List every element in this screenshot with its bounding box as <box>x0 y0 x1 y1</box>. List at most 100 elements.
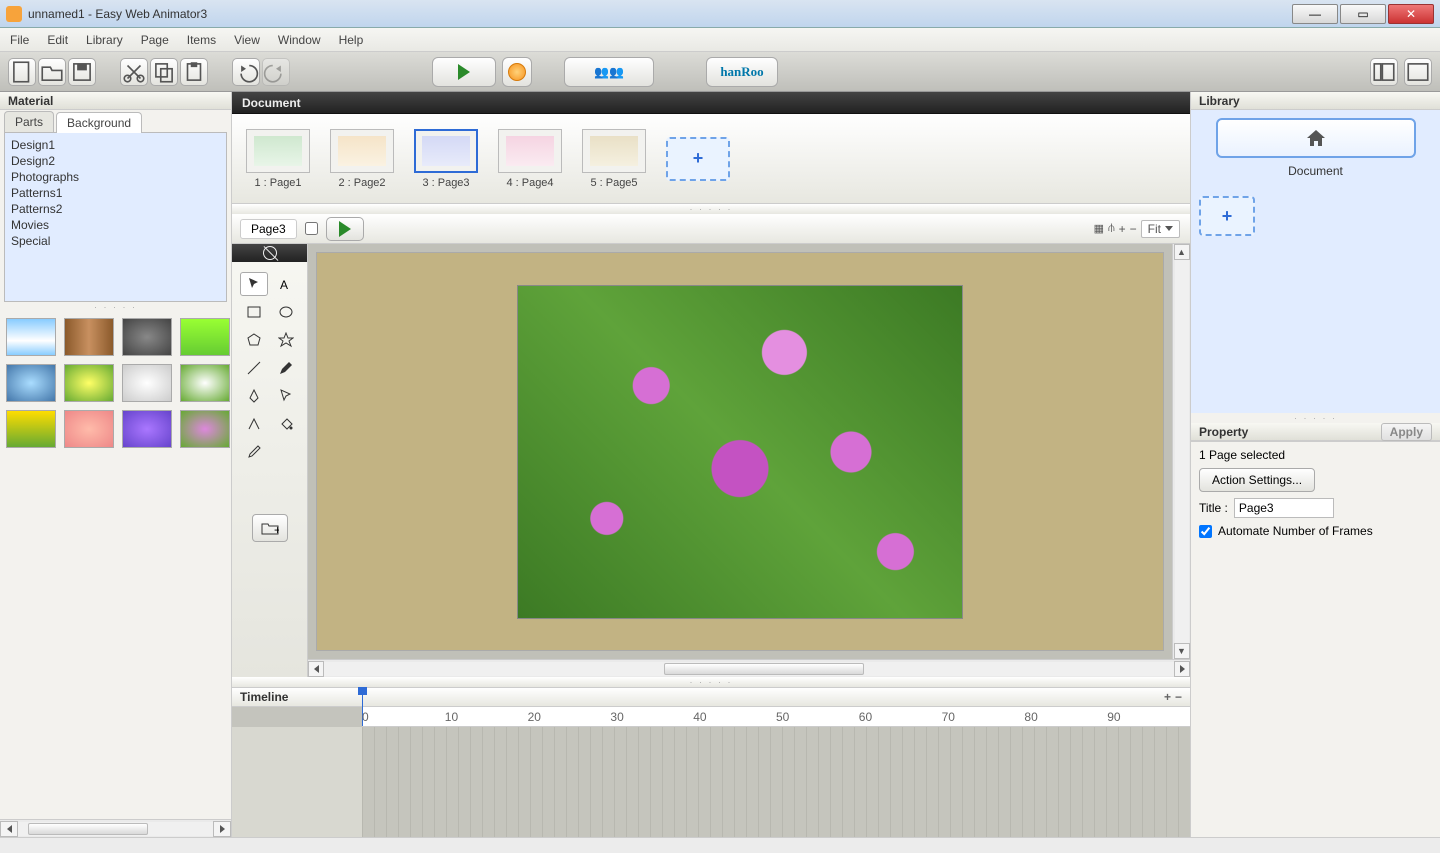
scroll-right-icon[interactable] <box>213 821 231 837</box>
minimize-button[interactable]: — <box>1292 4 1338 24</box>
snap-icon[interactable]: ⫛ <box>1108 222 1115 235</box>
thumbnail[interactable] <box>64 364 114 402</box>
thumbnail[interactable] <box>64 410 114 448</box>
scroll-right-icon[interactable] <box>1174 661 1190 677</box>
canvas-hscrollbar[interactable] <box>308 659 1190 677</box>
thumbnail[interactable] <box>6 410 56 448</box>
thumbnail[interactable] <box>64 318 114 356</box>
maximize-button[interactable]: ▭ <box>1340 4 1386 24</box>
copy-button[interactable] <box>150 58 178 86</box>
category-item[interactable]: Patterns2 <box>11 201 220 217</box>
category-item[interactable]: Movies <box>11 217 220 233</box>
menu-window[interactable]: Window <box>278 33 321 47</box>
add-page-button[interactable]: + <box>666 137 730 181</box>
action-settings-button[interactable]: Action Settings... <box>1199 468 1315 492</box>
menu-view[interactable]: View <box>234 33 260 47</box>
open-button[interactable] <box>38 58 66 86</box>
menu-library[interactable]: Library <box>86 33 123 47</box>
zoom-select[interactable]: Fit <box>1141 220 1180 238</box>
grid-icon[interactable]: ▦ <box>1094 222 1104 235</box>
current-page-name[interactable]: Page3 <box>240 219 297 239</box>
layout-columns-button[interactable] <box>1370 58 1398 86</box>
thumbnail[interactable] <box>6 364 56 402</box>
tab-background[interactable]: Background <box>56 112 142 133</box>
thumbnail[interactable] <box>122 410 172 448</box>
paste-button[interactable] <box>180 58 208 86</box>
page-thumb-1[interactable] <box>246 129 310 173</box>
scroll-left-icon[interactable] <box>308 661 324 677</box>
menu-file[interactable]: File <box>10 33 29 47</box>
page-thumb-4[interactable] <box>498 129 562 173</box>
auto-frames-input[interactable] <box>1199 525 1212 538</box>
save-button[interactable] <box>68 58 96 86</box>
redo-button[interactable] <box>262 58 290 86</box>
undo-button[interactable] <box>232 58 260 86</box>
thumbnail[interactable] <box>180 410 230 448</box>
timeline-add-icon[interactable]: + <box>1164 690 1171 704</box>
eyedropper-tool[interactable] <box>240 440 268 464</box>
category-item[interactable]: Patterns1 <box>11 185 220 201</box>
scroll-down-icon[interactable]: ▼ <box>1174 643 1190 659</box>
tab-parts[interactable]: Parts <box>4 111 54 132</box>
direct-select-tool[interactable] <box>272 384 300 408</box>
thumbnail[interactable] <box>122 364 172 402</box>
library-document-button[interactable] <box>1216 118 1416 158</box>
export-button[interactable] <box>502 57 532 87</box>
timeline-remove-icon[interactable]: − <box>1175 690 1182 704</box>
canvas-image[interactable] <box>517 285 963 619</box>
scroll-up-icon[interactable]: ▲ <box>1174 244 1190 260</box>
thumbnail[interactable] <box>122 318 172 356</box>
group-action-button[interactable]: 👥👥 <box>564 57 654 87</box>
zoom-in-icon[interactable]: + <box>1119 222 1126 236</box>
timeline-tracks[interactable] <box>232 727 1190 837</box>
scroll-thumb[interactable] <box>28 823 148 835</box>
line-tool[interactable] <box>240 356 268 380</box>
select-tool[interactable] <box>240 272 268 296</box>
apply-button[interactable]: Apply <box>1381 423 1432 441</box>
pen-tool[interactable] <box>240 384 268 408</box>
scroll-left-icon[interactable] <box>0 821 18 837</box>
page-play-button[interactable] <box>326 217 364 241</box>
scroll-thumb[interactable] <box>664 663 864 675</box>
polygon-tool[interactable] <box>240 328 268 352</box>
brand-button[interactable]: hanRoo <box>706 57 778 87</box>
menu-help[interactable]: Help <box>339 33 364 47</box>
close-button[interactable]: ✕ <box>1388 4 1434 24</box>
auto-frames-checkbox[interactable]: Automate Number of Frames <box>1199 524 1432 538</box>
pencil-tool[interactable] <box>272 356 300 380</box>
timeline-ruler[interactable]: 0 10 20 30 40 50 60 70 80 90 <box>362 707 1190 727</box>
library-add-button[interactable]: + <box>1199 196 1255 236</box>
thumbnail[interactable] <box>180 364 230 402</box>
category-item[interactable]: Special <box>11 233 220 249</box>
visibility-toggle[interactable] <box>232 244 307 262</box>
page-thumb-2[interactable] <box>330 129 394 173</box>
bucket-tool[interactable] <box>272 412 300 436</box>
thumbnail[interactable] <box>180 318 230 356</box>
layout-full-button[interactable] <box>1404 58 1432 86</box>
category-item[interactable]: Design2 <box>11 153 220 169</box>
anchor-tool[interactable] <box>240 412 268 436</box>
ellipse-tool[interactable] <box>272 300 300 324</box>
left-hscrollbar[interactable] <box>0 819 231 837</box>
menu-edit[interactable]: Edit <box>47 33 68 47</box>
play-button[interactable] <box>432 57 496 87</box>
page-thumb-5[interactable] <box>582 129 646 173</box>
thumbnail[interactable] <box>6 318 56 356</box>
star-tool[interactable] <box>272 328 300 352</box>
category-item[interactable]: Photographs <box>11 169 220 185</box>
menu-items[interactable]: Items <box>187 33 216 47</box>
new-button[interactable] <box>8 58 36 86</box>
category-item[interactable]: Design1 <box>11 137 220 153</box>
cut-button[interactable] <box>120 58 148 86</box>
rectangle-tool[interactable] <box>240 300 268 324</box>
menu-page[interactable]: Page <box>141 33 169 47</box>
canvas-vscrollbar[interactable]: ▲ ▼ <box>1172 244 1190 659</box>
page-checkbox[interactable] <box>305 222 318 235</box>
zoom-out-icon[interactable]: − <box>1130 222 1137 236</box>
title-input[interactable] <box>1234 498 1334 518</box>
text-tool[interactable]: A <box>272 272 300 296</box>
canvas[interactable] <box>316 252 1164 651</box>
category-list[interactable]: Design1 Design2 Photographs Patterns1 Pa… <box>4 132 227 302</box>
import-folder-button[interactable]: + <box>252 514 288 542</box>
page-thumb-3[interactable] <box>414 129 478 173</box>
